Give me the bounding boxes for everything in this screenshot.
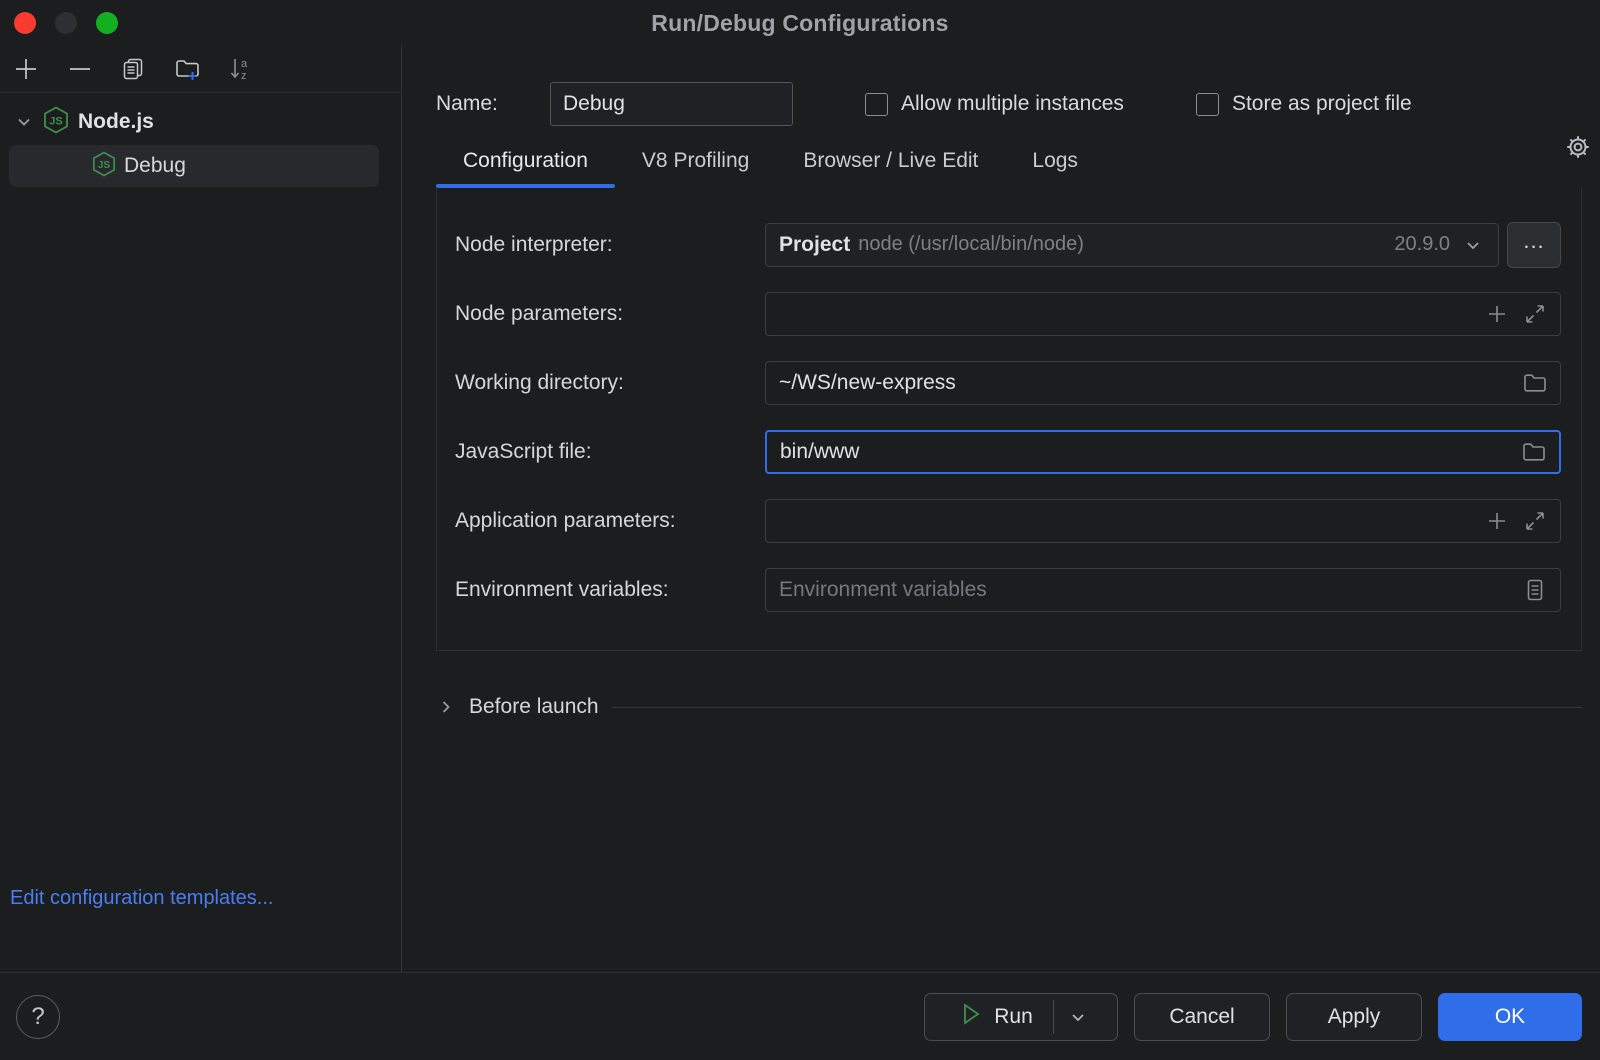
add-configuration-button[interactable] xyxy=(6,50,46,88)
before-launch-label: Before launch xyxy=(469,695,599,718)
minimize-button[interactable] xyxy=(55,12,77,34)
chevron-down-icon[interactable] xyxy=(14,112,34,132)
store-as-project-file-checkbox[interactable]: Store as project file xyxy=(1195,92,1412,116)
javascript-file-row: JavaScript file: bin/www xyxy=(437,417,1581,486)
node-parameters-row: Node parameters: xyxy=(437,279,1581,348)
configurations-sidebar: a z JS Node.js JS Debug Edit configurati… xyxy=(0,46,402,972)
working-directory-row: Working directory: ~/WS/new-express xyxy=(437,348,1581,417)
chevron-right-icon[interactable] xyxy=(436,697,456,717)
node-parameters-field[interactable] xyxy=(765,291,1561,336)
nodejs-icon: JS xyxy=(92,151,116,182)
javascript-file-value: bin/www xyxy=(780,439,860,463)
node-interpreter-label: Node interpreter: xyxy=(455,232,613,256)
configuration-form: Node interpreter: Project node (/usr/loc… xyxy=(436,188,1582,651)
tab-browser-live-edit[interactable]: Browser / Live Edit xyxy=(776,149,1005,188)
play-icon xyxy=(960,1002,982,1032)
run-debug-configurations-dialog: Run/Debug Configurations a z JS Node.js … xyxy=(0,0,1600,1060)
checkbox-box[interactable] xyxy=(865,92,888,116)
name-label: Name: xyxy=(436,92,498,115)
folder-icon[interactable] xyxy=(1520,368,1550,398)
new-folder-button[interactable] xyxy=(168,50,208,88)
application-parameters-label: Application parameters: xyxy=(455,508,676,532)
environment-variables-row: Environment variables: Environment varia… xyxy=(437,555,1581,624)
run-button-label: Run xyxy=(994,1004,1033,1028)
title-bar: Run/Debug Configurations xyxy=(0,0,1600,46)
dialog-body: a z JS Node.js JS Debug Edit configurati… xyxy=(0,46,1600,972)
allow-multiple-instances-checkbox[interactable]: Allow multiple instances xyxy=(865,92,1124,116)
list-edit-icon[interactable] xyxy=(1520,575,1550,605)
window-controls xyxy=(14,12,118,34)
sidebar-footer: Edit configuration templates... xyxy=(0,887,401,972)
javascript-file-field[interactable]: bin/www xyxy=(765,429,1561,474)
before-launch-divider xyxy=(611,706,1582,708)
svg-text:z: z xyxy=(241,70,247,82)
application-parameters-row: Application parameters: xyxy=(437,486,1581,555)
folder-icon[interactable] xyxy=(1519,437,1549,467)
apply-button[interactable]: Apply xyxy=(1286,992,1422,1041)
sidebar-item-debug[interactable]: JS Debug xyxy=(9,145,379,187)
tab-v8-profiling[interactable]: V8 Profiling xyxy=(615,149,776,188)
working-directory-label: Working directory: xyxy=(455,370,624,394)
help-button[interactable]: ? xyxy=(16,994,60,1039)
node-interpreter-version: 20.9.0 xyxy=(1394,233,1450,255)
configuration-tabs: Configuration V8 Profiling Browser / Liv… xyxy=(402,132,1600,188)
window-title: Run/Debug Configurations xyxy=(651,9,949,36)
run-button[interactable]: Run xyxy=(924,992,1118,1041)
before-launch-section[interactable]: Before launch xyxy=(436,695,1582,719)
copy-configuration-button[interactable] xyxy=(114,50,154,88)
gear-icon[interactable] xyxy=(1561,130,1595,169)
footer-buttons: Run Cancel Apply OK xyxy=(924,992,1582,1041)
sort-alphabetically-button[interactable]: a z xyxy=(222,50,262,88)
chevron-down-icon[interactable] xyxy=(1458,230,1488,260)
javascript-file-label: JavaScript file: xyxy=(455,439,592,463)
svg-text:a: a xyxy=(241,58,248,70)
edit-configuration-templates-link[interactable]: Edit configuration templates... xyxy=(10,887,273,909)
dialog-footer: ? Run Cancel Apply OK xyxy=(0,972,1600,1060)
nodejs-icon: JS xyxy=(43,105,69,139)
node-interpreter-browse-button[interactable]: ... xyxy=(1507,221,1561,268)
plus-icon[interactable] xyxy=(1482,506,1512,536)
svg-text:JS: JS xyxy=(98,160,111,171)
name-row: Name: Allow multiple instances Store as … xyxy=(402,46,1600,132)
store-as-project-file-label: Store as project file xyxy=(1231,92,1412,115)
node-interpreter-path: node (/usr/local/bin/node) xyxy=(858,233,1084,255)
cancel-button[interactable]: Cancel xyxy=(1134,992,1270,1041)
node-interpreter-scope: Project xyxy=(779,232,851,256)
svg-text:JS: JS xyxy=(49,115,62,127)
environment-variables-placeholder: Environment variables xyxy=(779,577,987,601)
expand-icon[interactable] xyxy=(1520,299,1550,329)
run-options-dropdown[interactable] xyxy=(1054,994,1102,1040)
ok-button[interactable]: OK xyxy=(1438,992,1582,1041)
tab-logs[interactable]: Logs xyxy=(1005,149,1105,188)
node-parameters-label: Node parameters: xyxy=(455,301,624,325)
tab-configuration[interactable]: Configuration xyxy=(436,149,615,188)
application-parameters-field[interactable] xyxy=(765,498,1561,543)
configuration-panel: Name: Allow multiple instances Store as … xyxy=(402,46,1600,972)
maximize-button[interactable] xyxy=(96,12,118,34)
sidebar-toolbar: a z xyxy=(0,46,401,93)
tree-group-nodejs[interactable]: JS Node.js xyxy=(0,105,401,139)
environment-variables-field[interactable]: Environment variables xyxy=(765,567,1561,612)
checkbox-box[interactable] xyxy=(1195,92,1219,116)
expand-icon[interactable] xyxy=(1520,506,1550,536)
close-button[interactable] xyxy=(14,12,36,34)
remove-configuration-button[interactable] xyxy=(60,50,100,88)
environment-variables-label: Environment variables: xyxy=(455,577,669,601)
configurations-tree: JS Node.js JS Debug xyxy=(0,93,401,887)
allow-multiple-instances-label: Allow multiple instances xyxy=(901,92,1124,115)
plus-icon[interactable] xyxy=(1482,299,1512,329)
working-directory-field[interactable]: ~/WS/new-express xyxy=(765,360,1561,405)
sidebar-item-label: Debug xyxy=(124,154,186,177)
working-directory-value: ~/WS/new-express xyxy=(779,370,956,394)
node-interpreter-row: Node interpreter: Project node (/usr/loc… xyxy=(437,210,1581,279)
tree-group-label: Node.js xyxy=(78,110,154,133)
name-input[interactable] xyxy=(550,82,793,126)
node-interpreter-select[interactable]: Project node (/usr/local/bin/node) 20.9.… xyxy=(765,222,1499,267)
